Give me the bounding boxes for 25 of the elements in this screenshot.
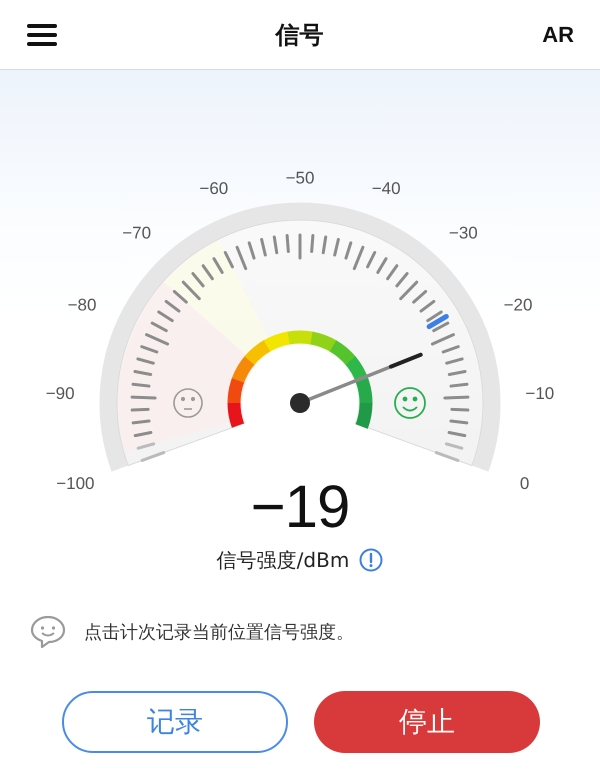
scale-label: −60 <box>199 179 228 198</box>
peak-marker <box>426 314 449 330</box>
record-button[interactable]: 记录 <box>62 691 288 753</box>
needle-hub <box>290 393 310 413</box>
scale-label: −40 <box>372 179 401 198</box>
neutral-face-icon <box>173 388 203 418</box>
unit-label: 信号强度/dBm <box>216 546 350 574</box>
scale-label: −10 <box>525 384 554 404</box>
scale-label: −20 <box>504 295 532 314</box>
scale-label: −30 <box>448 223 478 242</box>
scale-label: 0 <box>520 474 530 494</box>
scale-label: −70 <box>122 223 152 242</box>
scale-label: −90 <box>46 384 75 404</box>
smiley-icon <box>394 387 426 419</box>
page-title: 信号 <box>276 20 324 50</box>
signal-reading: −19 <box>250 475 350 539</box>
ar-button[interactable]: AR <box>542 22 574 48</box>
menu-icon[interactable] <box>27 24 57 46</box>
stop-button[interactable]: 停止 <box>314 691 540 753</box>
scale-label: −100 <box>56 474 95 494</box>
info-icon[interactable] <box>359 548 384 572</box>
tip-text: 点击计次记录当前位置信号强度。 <box>84 621 354 644</box>
scale-label: −50 <box>286 168 314 188</box>
chat-bubble-icon <box>30 615 66 649</box>
scale-label: −80 <box>68 295 96 314</box>
